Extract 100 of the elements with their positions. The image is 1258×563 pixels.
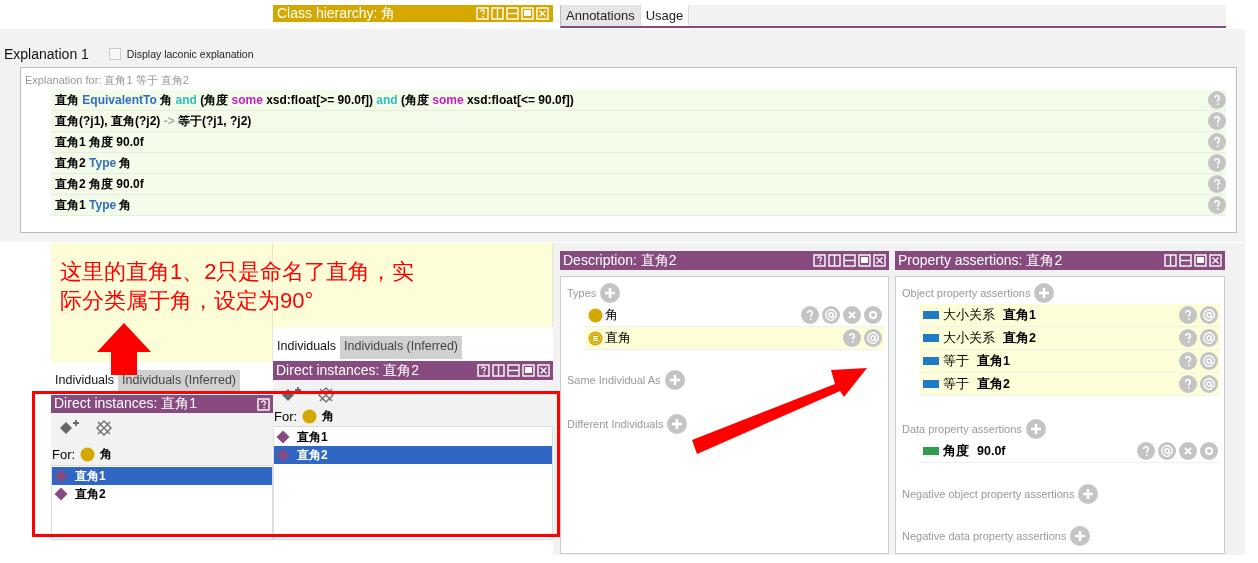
minimize-icon[interactable]: [507, 364, 520, 377]
maximize-icon[interactable]: [522, 364, 535, 377]
explanation-title: Explanation 1: [4, 45, 89, 62]
circle-icon: [80, 446, 96, 462]
list-circle-icon: [588, 330, 603, 346]
type-label: 角: [605, 306, 618, 324]
add-icon[interactable]: [1034, 283, 1055, 303]
section-label: Negative object property assertions: [902, 488, 1075, 500]
edit-icon[interactable]: [864, 306, 882, 324]
property-name: 大小关系: [943, 306, 995, 324]
edit-icon[interactable]: [1200, 442, 1218, 460]
checkbox[interactable]: [108, 47, 121, 60]
instance-label: 直角2: [297, 446, 328, 464]
close-icon[interactable]: [537, 364, 550, 377]
split-icon[interactable]: [828, 254, 841, 267]
diamond-icon: [276, 430, 290, 444]
circle-icon: [588, 307, 603, 323]
panel-title: Class hierarchy: 角: [277, 4, 397, 23]
axiom-text: 直角 EquivalentTo 角 and (角度 some xsd:float[>= 90.0f]) and (角度 some xsd:float[<= 90.0f]): [55, 91, 575, 109]
rectangle-icon: [923, 447, 939, 455]
at-sign-icon[interactable]: [822, 306, 840, 324]
at-sign-icon[interactable]: [1200, 352, 1218, 370]
instance-item[interactable]: 直角1: [274, 428, 552, 446]
add-icon[interactable]: [1078, 484, 1099, 504]
add-icon[interactable]: [664, 370, 685, 390]
explanation-for-text: Explanation for: 直角1 等于 直角2: [25, 73, 190, 88]
split-icon[interactable]: [492, 364, 505, 377]
add-icon[interactable]: [600, 283, 621, 303]
remove-icon[interactable]: [843, 306, 861, 324]
property-name: 等于: [943, 352, 969, 370]
property-value: 直角2: [1003, 329, 1036, 347]
for-label: For:: [274, 408, 298, 424]
circle-icon: [302, 408, 318, 424]
close-icon[interactable]: [873, 254, 886, 267]
help-icon[interactable]: [477, 364, 490, 377]
axiom-text: 直角(?j1), 直角(?j2) -> 等于(?j1, ?j2): [55, 112, 253, 130]
property-name: 角度: [943, 442, 969, 460]
class-name: 角: [100, 445, 113, 463]
tab[interactable]: Annotations: [561, 5, 641, 26]
at-sign-icon[interactable]: [1200, 329, 1218, 347]
section-label: Negative data property assertions: [902, 530, 1067, 542]
panel-title: Description: 直角2: [563, 251, 678, 270]
maximize-icon[interactable]: [858, 254, 871, 267]
checkbox-label: Display laconic explanation: [126, 47, 254, 60]
diamond-icon: [54, 469, 68, 483]
property-value: 直角2: [977, 375, 1010, 393]
property-name: 等于: [943, 375, 969, 393]
rectangle-icon: [923, 380, 939, 388]
section-label: Different Individuals: [567, 418, 664, 430]
instance-label: 直角1: [297, 428, 328, 446]
split-icon[interactable]: [1164, 254, 1177, 267]
crossed-diamond-icon[interactable]: [317, 386, 335, 404]
section-label: Same Individual As: [567, 374, 661, 386]
tab[interactable]: Usage: [640, 5, 690, 26]
axiom-text: 直角1 Type 角: [55, 196, 133, 214]
panel-title: Direct instances: 直角1: [54, 395, 199, 413]
add-icon[interactable]: [1025, 419, 1046, 439]
add-icon[interactable]: [1070, 526, 1091, 546]
instance-item[interactable]: 直角2: [52, 485, 272, 503]
up-arrow: [97, 323, 151, 375]
property-value: 90.0f: [977, 444, 1006, 458]
section-label: Data property assertions: [902, 423, 1022, 435]
close-icon[interactable]: [1209, 254, 1222, 267]
diamond-icon: [54, 487, 68, 501]
instance-item[interactable]: 直角1: [52, 467, 272, 485]
for-label: For:: [52, 446, 76, 462]
rectangle-icon: [923, 334, 939, 342]
remove-icon[interactable]: [1179, 442, 1197, 460]
at-sign-icon[interactable]: [1158, 442, 1176, 460]
minimize-icon[interactable]: [1179, 254, 1192, 267]
at-sign-icon[interactable]: [1200, 306, 1218, 324]
property-value: 直角1: [977, 352, 1010, 370]
tab[interactable]: Individuals (Inferred): [118, 370, 241, 392]
section-label: Object property assertions: [902, 287, 1031, 299]
maximize-icon[interactable]: [1194, 254, 1207, 267]
add-diamond-icon[interactable]: [59, 419, 81, 437]
help-icon[interactable]: [813, 254, 826, 267]
axiom-text: 直角2 Type 角: [55, 154, 133, 172]
instance-label: 直角2: [75, 485, 106, 503]
crossed-diamond-icon[interactable]: [95, 419, 113, 437]
instance-label: 直角1: [75, 467, 106, 485]
add-icon[interactable]: [667, 414, 688, 434]
section-label: Types: [567, 287, 597, 299]
rectangle-icon: [923, 311, 939, 319]
axiom-text: 直角2 角度 90.0f: [55, 175, 145, 193]
property-name: 大小关系: [943, 329, 995, 347]
rectangle-icon: [923, 357, 939, 365]
annotation-text: 这里的直角1、2只是命名了直角，实 际分类属于角，设定为90°: [60, 258, 415, 315]
at-sign-icon[interactable]: [1200, 375, 1218, 393]
add-diamond-icon[interactable]: [281, 386, 303, 404]
property-value: 直角1: [1003, 306, 1036, 324]
minimize-icon[interactable]: [843, 254, 856, 267]
type-label: 直角: [605, 329, 631, 347]
tab[interactable]: Individuals (Inferred): [340, 336, 463, 359]
panel-title: Property assertions: 直角2: [898, 251, 1064, 270]
help-icon[interactable]: [257, 397, 270, 411]
diamond-icon: [276, 448, 290, 462]
instance-item[interactable]: 直角2: [274, 446, 552, 464]
at-sign-icon[interactable]: [864, 329, 882, 347]
panel-title: Direct instances: 直角2: [276, 361, 421, 380]
